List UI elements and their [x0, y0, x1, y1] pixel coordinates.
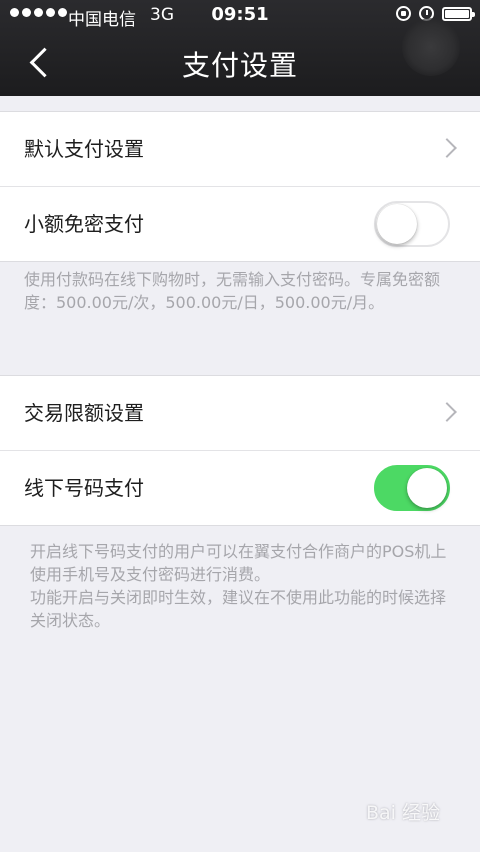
small-amount-row: 小额免密支付 — [0, 186, 480, 261]
small-amount-toggle[interactable] — [374, 201, 450, 247]
offline-note-line2: 功能开启与关闭即时生效，建议在不使用此功能的时候选择关闭状态。 — [30, 588, 447, 630]
watermark: Bai 经验 — [366, 802, 440, 824]
offline-number-pay-row: 线下号码支付 — [0, 450, 480, 525]
limit-settings-row[interactable]: 交易限额设置 — [0, 376, 480, 450]
settings-group-limits: 交易限额设置 线下号码支付 — [0, 375, 480, 526]
small-amount-note: 使用付款码在线下购物时，无需输入支付密码。专属免密额度：500.00元/次，50… — [24, 270, 441, 312]
chevron-right-icon — [437, 138, 457, 158]
floating-assistive-button[interactable] — [402, 18, 460, 76]
offline-note-line1: 开启线下号码支付的用户可以在翼支付合作商户的POS机上使用手机号及支付密码进行消… — [30, 542, 447, 584]
rotation-lock-icon — [396, 6, 411, 21]
settings-group-payment: 默认支付设置 小额免密支付 — [0, 111, 480, 262]
offline-number-pay-label: 线下号码支付 — [24, 476, 144, 500]
offline-number-pay-toggle[interactable] — [374, 465, 450, 511]
top-bar: 中国电信 3G 09:51 支付设置 — [0, 0, 480, 96]
limit-settings-label: 交易限额设置 — [24, 401, 144, 425]
toggle-knob — [407, 468, 447, 508]
default-payment-label: 默认支付设置 — [24, 137, 144, 161]
toggle-knob — [377, 204, 417, 244]
default-payment-row[interactable]: 默认支付设置 — [0, 112, 480, 186]
small-amount-label: 小额免密支付 — [24, 212, 144, 236]
offline-number-pay-note: 开启线下号码支付的用户可以在翼支付合作商户的POS机上使用手机号及支付密码进行消… — [30, 540, 452, 632]
battery-icon — [442, 6, 475, 21]
chevron-right-icon — [437, 402, 457, 422]
